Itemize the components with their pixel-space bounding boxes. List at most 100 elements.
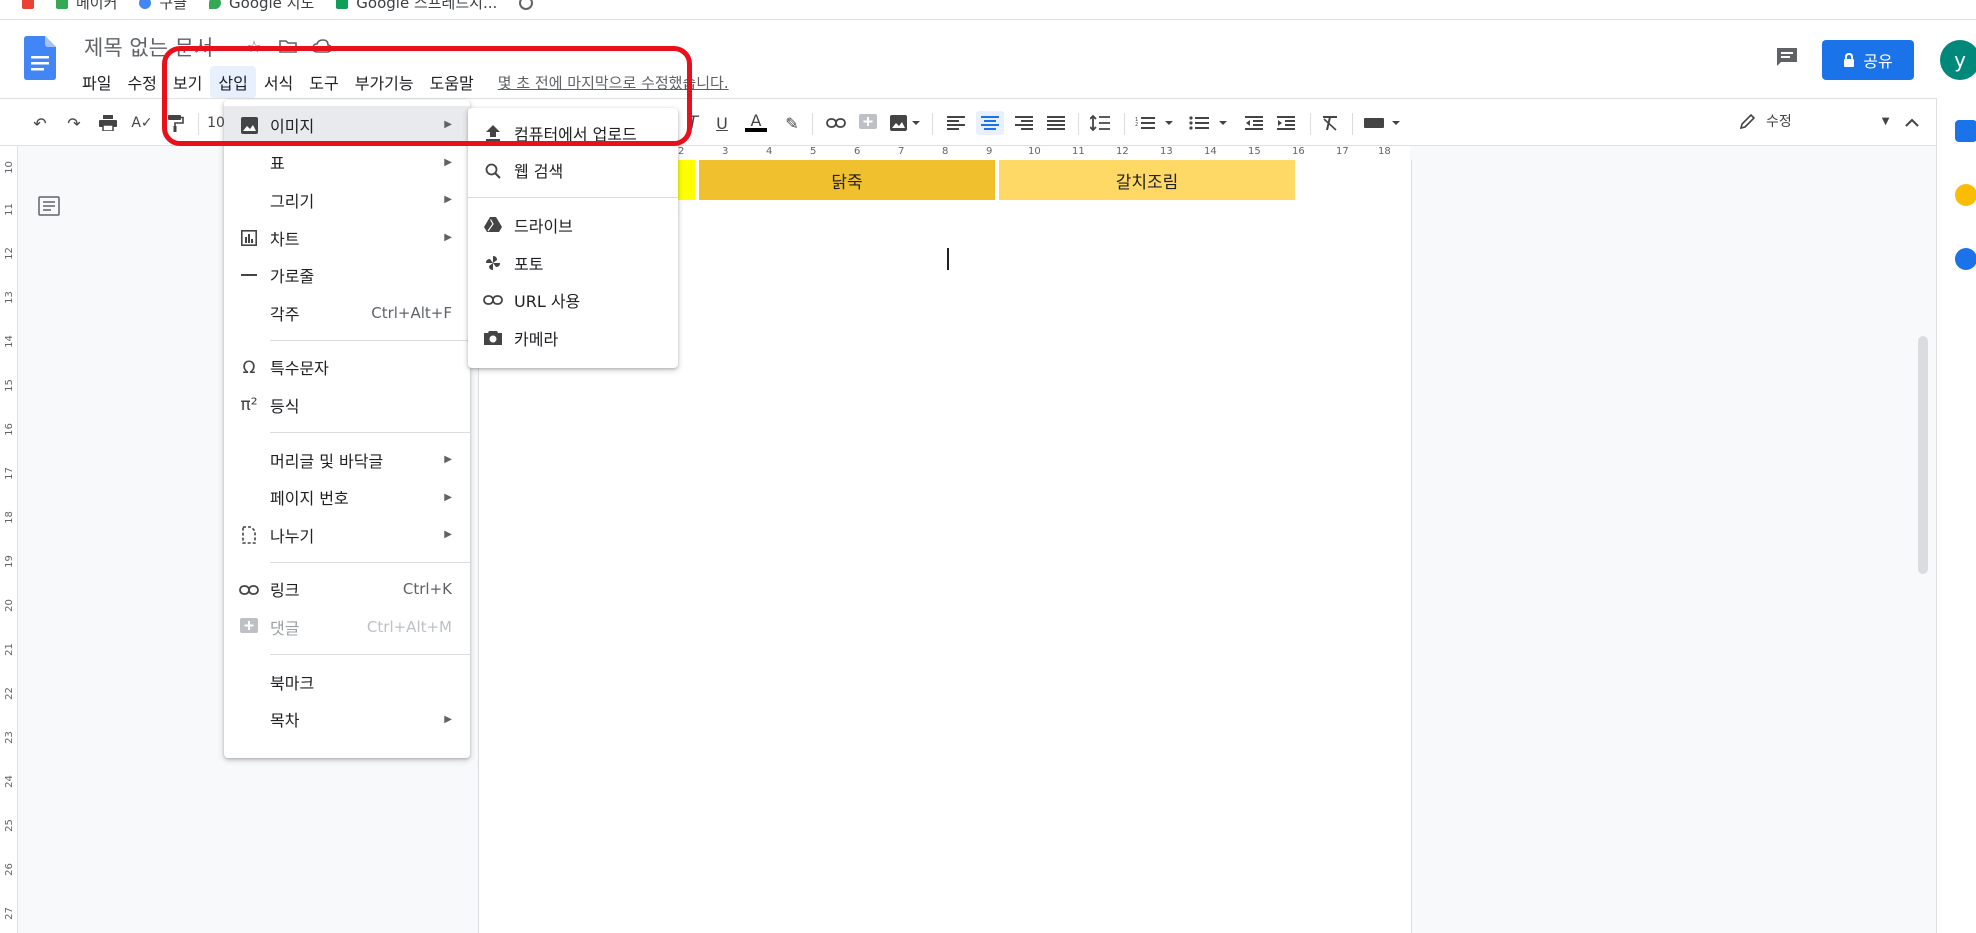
camera-icon [482,327,504,349]
insert-bookmark-item[interactable]: 북마크 [224,663,470,701]
ruler-tick: 21 [3,643,15,656]
editing-mode-select[interactable]: 수정 ▼ [1740,111,1889,131]
side-panel [1936,98,1976,933]
insert-table-item[interactable]: 표 ▶ [224,144,470,182]
bookmark-item[interactable]: 메이커 [56,0,117,13]
editing-mode-label: 수정 [1766,114,1792,130]
input-tools-icon[interactable] [1362,111,1402,135]
link-icon [482,289,504,311]
insert-chart-item[interactable]: 차트 ▶ [224,219,470,257]
insert-break-item[interactable]: 나누기 ▶ [224,516,470,554]
undo-icon[interactable]: ↶ [28,111,52,135]
item-label: 목차 [270,711,300,731]
redo-icon[interactable]: ↷ [62,111,86,135]
ruler-number: 14 [1204,146,1217,157]
item-label: 각주 [270,304,300,324]
insert-special-chars-item[interactable]: Ω 특수문자 [224,349,470,387]
photos-pinwheel-icon [482,252,504,274]
add-comment-icon[interactable] [856,111,880,135]
camera-item[interactable]: 카메라 [468,319,678,357]
ruler-number: 11 [1072,146,1085,157]
keep-icon[interactable] [1955,184,1976,206]
print-icon[interactable] [96,111,120,135]
apps-icon [22,0,34,9]
menu-edit[interactable]: 수정 [119,66,164,98]
table-cell[interactable]: 닭죽 [699,160,995,200]
align-center-icon[interactable] [976,111,1004,135]
text-color-icon[interactable]: A [744,111,768,135]
clear-formatting-icon[interactable] [1318,111,1342,135]
vertical-scrollbar[interactable] [1918,336,1928,574]
bulleted-list-icon[interactable] [1188,111,1232,135]
share-button[interactable]: 공유 [1822,40,1914,80]
item-label: URL 사용 [514,292,581,312]
maps-icon [209,0,222,9]
highlight-icon[interactable]: ✎ [780,111,804,135]
text-cursor [947,248,949,270]
bookmarks-bar: 메이커 구글 Google 지도 Google 스프레드시... [0,0,1976,20]
pi-squared-icon: π² [240,395,258,416]
bookmark-label: Google 스프레드시... [356,0,498,12]
vertical-ruler[interactable]: 10 11 12 13 14 15 16 17 18 19 20 21 22 2… [0,146,18,933]
bookmark-item[interactable]: Google 스프레드시... [336,0,497,13]
align-left-icon[interactable] [944,111,968,135]
table-cell[interactable]: 갈치조림 [999,160,1295,200]
insert-page-numbers-item[interactable]: 페이지 번호 ▶ [224,478,470,516]
insert-link-item[interactable]: 링크 Ctrl+K [224,571,470,609]
justify-icon[interactable] [1044,111,1068,135]
decrease-indent-icon[interactable] [1242,111,1266,135]
underline-icon[interactable]: U [710,111,734,135]
insert-horizontal-line-item[interactable]: 가로줄 [224,256,470,294]
align-right-icon[interactable] [1012,111,1036,135]
insert-toc-item[interactable]: 목차 ▶ [224,700,470,738]
submenu-arrow-icon: ▶ [444,194,452,206]
item-label: 등식 [270,396,300,416]
submenu-arrow-icon: ▶ [444,713,452,725]
bookmark-label: Google 지도 [229,0,315,12]
bookmark-item[interactable] [519,0,534,10]
spellcheck-icon[interactable]: A✓ [130,111,154,135]
comment-icon [1777,48,1797,66]
ruler-tick: 10 [3,161,15,174]
menu-divider [270,339,470,341]
ruler-number: 10 [1028,146,1041,157]
bookmark-item[interactable]: 구글 [139,0,187,13]
numbered-list-icon[interactable]: 12 [1134,111,1178,135]
increase-indent-icon[interactable] [1274,111,1298,135]
insert-footnote-item[interactable]: 각주 Ctrl+Alt+F [224,294,470,332]
add-comment-icon [238,616,260,638]
item-label: 차트 [270,229,300,249]
bookmark-apps[interactable] [22,0,34,9]
insert-header-footer-item[interactable]: 머리글 및 바닥글 ▶ [224,441,470,479]
by-url-item[interactable]: URL 사용 [468,281,678,319]
item-label: 그리기 [270,191,315,211]
bookmark-label: 구글 [159,0,188,12]
menu-file[interactable]: 파일 [74,66,119,98]
ruler-tick: 12 [3,247,15,260]
page-break-icon [238,524,260,546]
photos-item[interactable]: 포토 [468,244,678,282]
comment-history-button[interactable] [1772,42,1802,72]
item-label: 가로줄 [270,267,315,287]
item-label: 링크 [270,581,300,601]
tasks-icon[interactable] [1955,248,1976,270]
globe-icon [519,0,534,10]
docs-logo-icon[interactable] [24,36,56,80]
drive-item[interactable]: 드라이브 [468,206,678,244]
insert-drawing-item[interactable]: 그리기 ▶ [224,181,470,219]
line-spacing-icon[interactable] [1088,111,1112,135]
menu-divider [270,561,470,563]
item-label: 특수문자 [270,359,329,379]
collapse-menu-icon[interactable] [1900,111,1924,135]
insert-equation-item[interactable]: π² 등식 [224,386,470,424]
web-search-item[interactable]: 웹 검색 [468,152,678,190]
horizontal-line-icon [238,264,260,286]
bookmark-item[interactable]: Google 지도 [209,0,314,13]
document-outline-icon[interactable] [38,196,60,216]
insert-image-icon[interactable] [888,111,922,135]
submenu-arrow-icon: ▶ [444,491,452,503]
calendar-icon[interactable] [1955,120,1976,142]
avatar[interactable]: y [1940,40,1976,80]
ruler-tick: 14 [3,335,15,348]
link-icon[interactable] [824,111,848,135]
